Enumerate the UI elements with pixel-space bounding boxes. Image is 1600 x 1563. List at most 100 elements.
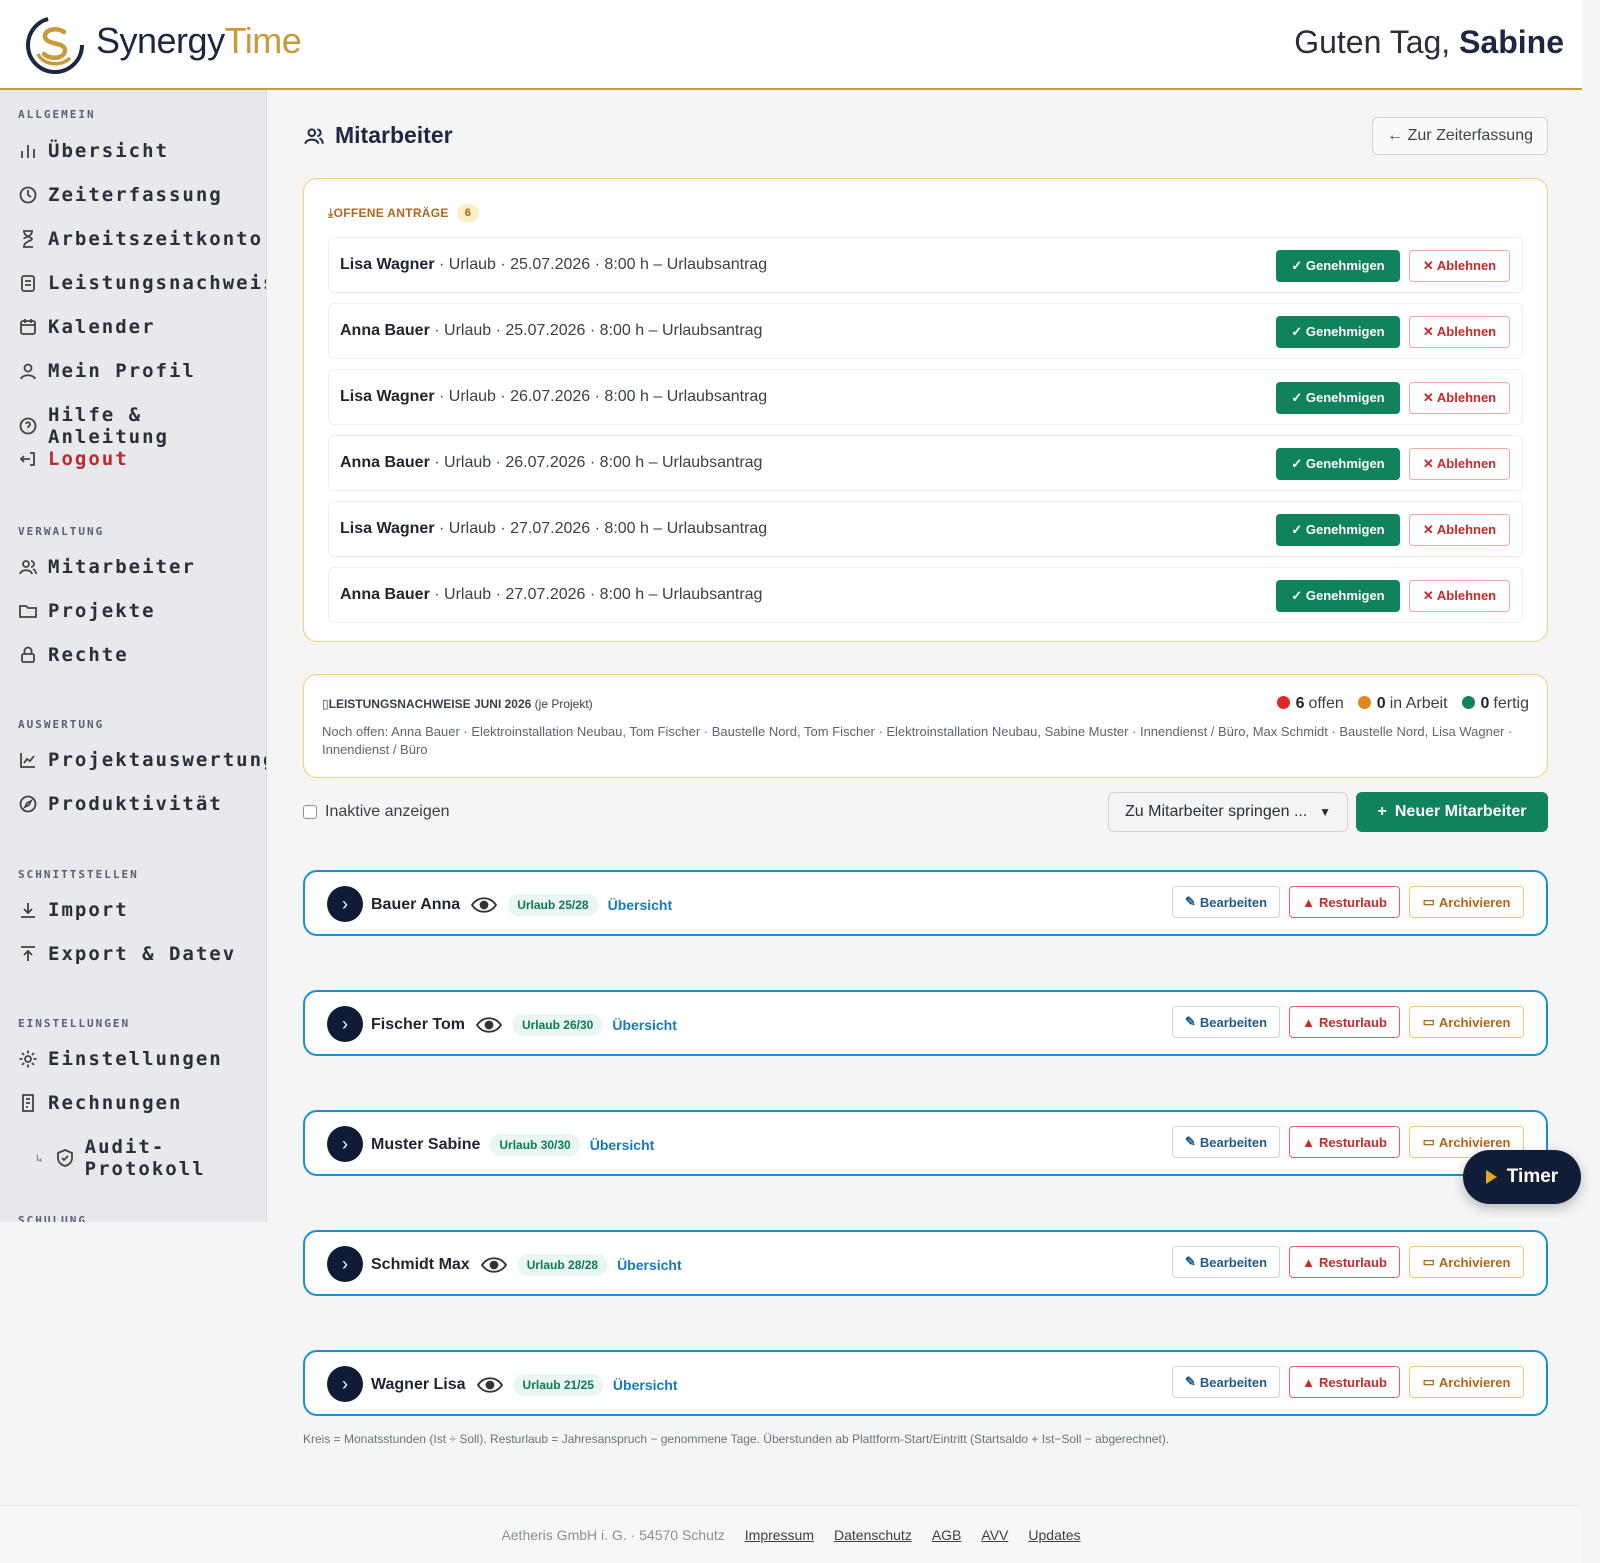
reject-button[interactable]: ✕ Ablehnen	[1409, 250, 1510, 282]
status-in-arbeit: 0 in Arbeit	[1357, 695, 1448, 713]
archive-button[interactable]: ▭ Archivieren	[1409, 886, 1524, 918]
sidebar-item-audit-protokoll[interactable]: ↳ Audit-Protokoll	[36, 1136, 266, 1180]
request-employee: Anna Bauer	[340, 454, 430, 471]
employee-name[interactable]: Muster Sabine	[371, 1136, 480, 1154]
app-header: SynergyTime Guten Tag, Sabine	[0, 0, 1582, 90]
sidebar-item-import[interactable]: Import	[18, 899, 129, 921]
leistungsnachweise-card: ▯LEISTUNGSNACHWEISE JUNI 2026 (je Projek…	[303, 674, 1548, 778]
overview-link[interactable]: Übersicht	[613, 1377, 678, 1393]
resturlaub-button[interactable]: ▲ Resturlaub	[1289, 1006, 1400, 1038]
expand-chevron-icon[interactable]: ›	[327, 1246, 363, 1282]
resturlaub-button[interactable]: ▲ Resturlaub	[1289, 1126, 1400, 1158]
archive-icon: ▭	[1422, 1254, 1435, 1269]
new-employee-button[interactable]: + Neuer Mitarbeiter	[1356, 792, 1548, 832]
eye-icon[interactable]	[476, 1376, 504, 1394]
archive-icon: ▭	[1422, 894, 1435, 909]
resturlaub-button[interactable]: ▲ Resturlaub	[1289, 886, 1400, 918]
sidebar-item-projektauswertung[interactable]: Projektauswertung	[18, 749, 266, 771]
folder-icon	[19, 605, 37, 618]
employee-name[interactable]: Schmidt Max	[371, 1256, 470, 1274]
footer-link-avv[interactable]: AVV	[981, 1527, 1008, 1543]
request-employee: Anna Bauer	[340, 586, 430, 603]
eye-icon[interactable]	[475, 1016, 503, 1034]
sidebar-item-hilfe[interactable]: Hilfe & Anleitung	[18, 404, 266, 448]
footer-link-updates[interactable]: Updates	[1028, 1527, 1080, 1543]
approve-button[interactable]: ✓ Genehmigen	[1276, 448, 1400, 480]
approve-button[interactable]: ✓ Genehmigen	[1276, 514, 1400, 546]
reject-button[interactable]: ✕ Ablehnen	[1409, 316, 1510, 348]
expand-chevron-icon[interactable]: ›	[327, 886, 363, 922]
sidebar-item-produktivitaet[interactable]: Produktivität	[18, 793, 223, 815]
sidebar-item-export[interactable]: Export & Datev	[18, 943, 236, 965]
expand-chevron-icon[interactable]: ›	[327, 1366, 363, 1402]
inactive-checkbox[interactable]	[303, 805, 317, 819]
employee-jump-select[interactable]: Zu Mitarbeiter springen ... ▼	[1108, 792, 1348, 832]
expand-chevron-icon[interactable]: ›	[327, 1126, 363, 1162]
warning-icon: ▲	[1302, 1374, 1315, 1390]
eye-icon[interactable]	[470, 896, 498, 914]
back-to-zeiterfassung-button[interactable]: ← Zur Zeiterfassung	[1372, 117, 1548, 155]
edit-button[interactable]: ✎ Bearbeiten	[1172, 1006, 1280, 1038]
archive-button[interactable]: ▭ Archivieren	[1409, 1366, 1524, 1398]
sidebar-item-uebersicht[interactable]: Übersicht	[18, 140, 169, 162]
sidebar-item-einstellungen[interactable]: Einstellungen	[18, 1048, 223, 1070]
resturlaub-button[interactable]: ▲ Resturlaub	[1289, 1246, 1400, 1278]
request-employee: Lisa Wagner	[340, 388, 435, 405]
sidebar-item-logout[interactable]: Logout	[18, 448, 129, 470]
bar-chart-icon	[21, 145, 35, 158]
approve-button[interactable]: ✓ Genehmigen	[1276, 250, 1400, 282]
edit-button[interactable]: ✎ Bearbeiten	[1172, 1246, 1280, 1278]
expand-chevron-icon[interactable]: ›	[327, 1006, 363, 1042]
status-fertig: 0 fertig	[1461, 695, 1529, 713]
employee-name[interactable]: Fischer Tom	[371, 1016, 465, 1034]
download-icon	[21, 903, 35, 918]
sidebar-item-leistungsnachweis[interactable]: Leistungsnachweis	[18, 272, 266, 294]
sidebar-item-mein-profil[interactable]: Mein Profil	[18, 360, 196, 382]
sidebar-item-rechte[interactable]: Rechte	[18, 644, 129, 666]
document-icon: ▯	[322, 697, 329, 711]
archive-button[interactable]: ▭ Archivieren	[1409, 1246, 1524, 1278]
reject-button[interactable]: ✕ Ablehnen	[1409, 448, 1510, 480]
open-requests-card: ⤓OFFENE ANTRÄGE 6 Lisa Wagner · Urlaub ·…	[303, 178, 1548, 642]
overview-link[interactable]: Übersicht	[617, 1257, 682, 1273]
sidebar-item-rechnungen[interactable]: Rechnungen	[18, 1092, 182, 1114]
reject-button[interactable]: ✕ Ablehnen	[1409, 514, 1510, 546]
brand-name[interactable]: SynergyTime	[96, 20, 302, 62]
synergy-logo-icon[interactable]	[24, 14, 86, 76]
approve-button[interactable]: ✓ Genehmigen	[1276, 580, 1400, 612]
edit-button[interactable]: ✎ Bearbeiten	[1172, 1126, 1280, 1158]
request-employee: Anna Bauer	[340, 322, 430, 339]
warning-icon: ▲	[1302, 1134, 1315, 1150]
archive-button[interactable]: ▭ Archivieren	[1409, 1006, 1524, 1038]
overview-link[interactable]: Übersicht	[608, 897, 673, 913]
section-label: VERWALTUNG	[18, 525, 105, 538]
request-text: Lisa Wagner · Urlaub · 25.07.2026 · 8:00…	[340, 256, 768, 273]
reject-button[interactable]: ✕ Ablehnen	[1409, 382, 1510, 414]
archive-icon: ▭	[1422, 1374, 1435, 1389]
overview-link[interactable]: Übersicht	[612, 1017, 677, 1033]
sidebar-item-projekte[interactable]: Projekte	[18, 600, 156, 622]
archive-icon: ▭	[1422, 1134, 1435, 1149]
inactive-toggle[interactable]: Inaktive anzeigen	[303, 803, 450, 821]
sidebar-item-arbeitszeitkonto[interactable]: Arbeitszeitkonto	[18, 228, 263, 250]
approve-button[interactable]: ✓ Genehmigen	[1276, 382, 1400, 414]
footer-link-datenschutz[interactable]: Datenschutz	[834, 1527, 912, 1543]
resturlaub-button[interactable]: ▲ Resturlaub	[1289, 1366, 1400, 1398]
request-row: Anna Bauer · Urlaub · 26.07.2026 · 8:00 …	[328, 435, 1523, 491]
sidebar-item-zeiterfassung[interactable]: Zeiterfassung	[18, 184, 223, 206]
employee-name[interactable]: Bauer Anna	[371, 896, 460, 914]
vacation-badge: Urlaub 26/30	[512, 1014, 603, 1036]
edit-button[interactable]: ✎ Bearbeiten	[1172, 1366, 1280, 1398]
footer-link-agb[interactable]: AGB	[932, 1527, 962, 1543]
employee-name[interactable]: Wagner Lisa	[371, 1376, 466, 1394]
reject-button[interactable]: ✕ Ablehnen	[1409, 580, 1510, 612]
edit-button[interactable]: ✎ Bearbeiten	[1172, 886, 1280, 918]
footer-link-impressum[interactable]: Impressum	[745, 1527, 814, 1543]
overview-link[interactable]: Übersicht	[590, 1137, 655, 1153]
sidebar-item-mitarbeiter[interactable]: Mitarbeiter	[18, 556, 196, 578]
sidebar-item-kalender[interactable]: Kalender	[18, 316, 156, 338]
eye-icon[interactable]	[480, 1256, 508, 1274]
timer-button[interactable]: Timer	[1463, 1150, 1581, 1204]
legend-note: Kreis = Monatsstunden (Ist ÷ Soll). Rest…	[303, 1432, 1170, 1446]
approve-button[interactable]: ✓ Genehmigen	[1276, 316, 1400, 348]
